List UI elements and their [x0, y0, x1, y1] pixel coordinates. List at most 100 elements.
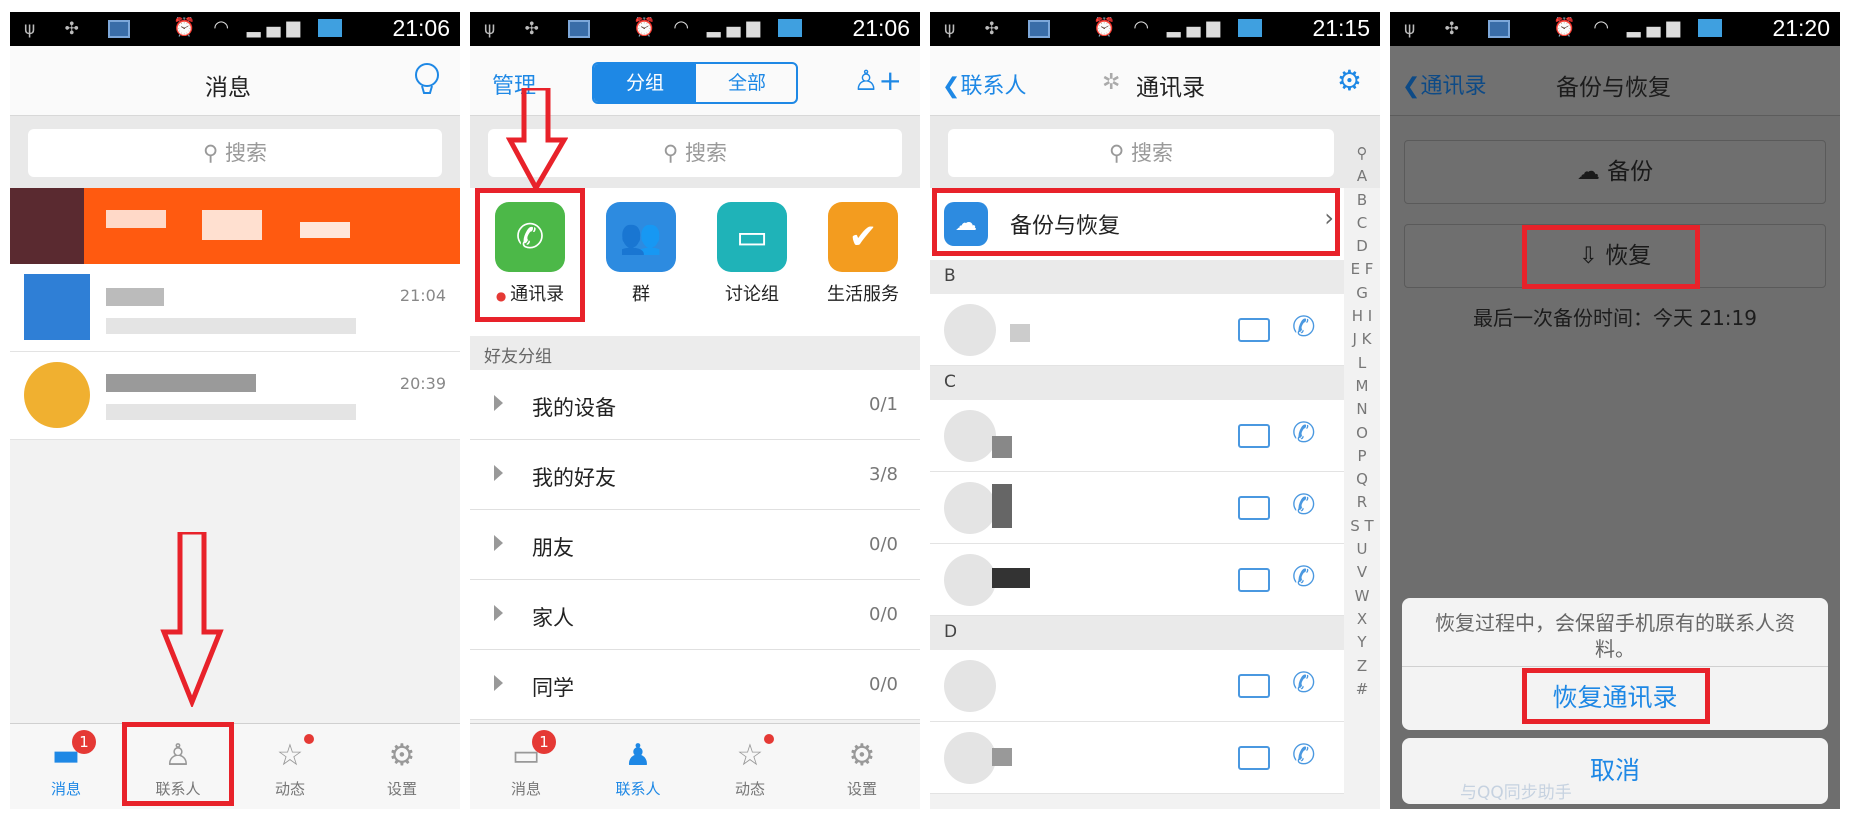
- tab-label: 动态: [274, 780, 305, 798]
- search-input[interactable]: ⚲ 搜索: [948, 129, 1334, 177]
- pinned-banner[interactable]: [10, 188, 460, 264]
- chat-icon[interactable]: [1238, 424, 1270, 448]
- contact-row[interactable]: ✆: [930, 472, 1344, 544]
- banner-avatar: [10, 188, 84, 264]
- status-bar: ψ ✣ ⏰ ◠ ▂▄▆ 21:20: [1390, 12, 1840, 46]
- expand-icon: [494, 675, 503, 691]
- battery-icon: [318, 19, 342, 37]
- page-title: 通讯录: [1136, 75, 1205, 101]
- back-button[interactable]: ❮通讯录: [1402, 68, 1486, 100]
- quick-label: 生活服务: [827, 284, 899, 305]
- phone-icon[interactable]: ✆: [1292, 416, 1315, 449]
- search-input[interactable]: ⚲ 搜索: [28, 129, 442, 177]
- tab-bar: ▬ 消息 1 ♙ 联系人 ☆ 动态 ⚙ 设置: [10, 723, 460, 809]
- notification-dot: [764, 734, 774, 744]
- avatar: [944, 732, 996, 784]
- group-name: 朋友: [532, 536, 574, 560]
- segment-group[interactable]: 分组: [594, 64, 696, 102]
- quick-services[interactable]: ✔ 生活服务: [808, 202, 918, 306]
- group-icon: 👥: [606, 202, 676, 272]
- contact-row[interactable]: ✆: [930, 400, 1344, 472]
- expand-icon: [494, 535, 503, 551]
- tab-messages[interactable]: ▬ 消息 1: [10, 724, 122, 809]
- add-contact-icon[interactable]: ♙+: [853, 64, 902, 97]
- phone-icon[interactable]: ✆: [1292, 560, 1315, 593]
- status-bar: ψ ✣ ⏰ ◠ ▂▄▆ 21:06: [470, 12, 920, 46]
- expand-icon: [494, 395, 503, 411]
- mail-icon: [1488, 20, 1511, 38]
- chat-icon[interactable]: [1238, 746, 1270, 770]
- chat-icon[interactable]: [1238, 568, 1270, 592]
- contact-row[interactable]: ✆: [930, 294, 1344, 366]
- last-backup-time: 最后一次备份时间：今天 21:19: [1473, 306, 1757, 330]
- tab-feeds[interactable]: ☆ 动态: [234, 724, 346, 809]
- status-left-icons: ψ ✣: [484, 19, 591, 39]
- blurred-name: [992, 748, 1012, 766]
- panel-backup-restore: ψ ✣ ⏰ ◠ ▂▄▆ 21:20 ❮通讯录 备份与恢复 ☁ 备份 ⇩ 恢复 最…: [1390, 12, 1840, 809]
- phone-icon[interactable]: ✆: [1292, 488, 1315, 521]
- gear-icon[interactable]: ⚙: [1337, 64, 1362, 97]
- person-icon: ♟: [624, 738, 652, 773]
- discussion-icon: ▭: [717, 202, 787, 272]
- group-row[interactable]: 朋友 0/0: [470, 510, 920, 580]
- battery-icon: [1698, 19, 1722, 37]
- page-title: 消息: [205, 75, 251, 101]
- contact-row[interactable]: ✆: [930, 650, 1344, 722]
- tab-settings[interactable]: ⚙ 设置: [806, 724, 918, 809]
- status-bar: ψ ✣ ⏰ ◠ ▂▄▆ 21:06: [10, 12, 460, 46]
- message-row[interactable]: 20:39: [10, 352, 460, 440]
- blurred-text: [106, 210, 166, 228]
- status-right-icons: ⏰ ◠ ▂▄▆: [633, 17, 802, 38]
- search-bar: ⚲ 搜索: [10, 116, 460, 188]
- tab-label: 设置: [846, 780, 877, 798]
- tab-label: 联系人: [615, 780, 661, 798]
- blurred-name: [106, 374, 256, 392]
- contact-row[interactable]: ✆: [930, 722, 1344, 794]
- lightbulb-icon[interactable]: [412, 62, 442, 96]
- contact-row[interactable]: ✆: [930, 544, 1344, 616]
- quick-discussions[interactable]: ▭ 讨论组: [697, 202, 807, 306]
- tab-bar: ▭ 消息 1 ♟ 联系人 ☆ 动态 ⚙ 设置: [470, 723, 920, 809]
- down-arrow-annotation: [160, 532, 224, 707]
- expand-icon: [494, 465, 503, 481]
- cloud-upload-icon: ☁: [1576, 159, 1608, 185]
- group-name: 我的好友: [532, 466, 616, 490]
- group-row[interactable]: 家人 0/0: [470, 580, 920, 650]
- group-row[interactable]: 我的好友 3/8: [470, 440, 920, 510]
- phone-icon[interactable]: ✆: [1292, 666, 1315, 699]
- chat-icon[interactable]: [1238, 674, 1270, 698]
- blurred-text: [202, 210, 262, 240]
- group-row[interactable]: 同学 0/0: [470, 650, 920, 720]
- status-time: 21:15: [1312, 15, 1370, 41]
- phone-icon[interactable]: ✆: [1292, 738, 1315, 771]
- backup-button[interactable]: ☁ 备份: [1404, 140, 1826, 204]
- expand-icon: [494, 605, 503, 621]
- tab-contacts[interactable]: ♟ 联系人: [582, 724, 694, 809]
- alphabet-index[interactable]: ⚲ A B C D E F G H I J K L M N O P Q R S T…: [1350, 142, 1374, 701]
- quick-label: 群: [632, 284, 650, 305]
- search-placeholder: 搜索: [685, 141, 728, 165]
- status-bar: ψ ✣ ⏰ ◠ ▂▄▆ 21:15: [930, 12, 1380, 46]
- gear-icon: ⚙: [848, 738, 876, 773]
- tab-feeds[interactable]: ☆ 动态: [694, 724, 806, 809]
- back-button[interactable]: ❮联系人: [942, 68, 1026, 100]
- tab-messages[interactable]: ▭ 消息 1: [470, 724, 582, 809]
- group-row[interactable]: 我的设备 0/1: [470, 370, 920, 440]
- status-right-icons: ⏰ ◠ ▂▄▆: [1553, 17, 1722, 38]
- mail-icon: [1028, 20, 1051, 38]
- tab-label: 动态: [734, 780, 765, 798]
- phone-icon[interactable]: ✆: [1292, 310, 1315, 343]
- group-name: 我的设备: [532, 396, 616, 420]
- segment-all[interactable]: 全部: [696, 64, 796, 102]
- message-row[interactable]: 21:04: [10, 264, 460, 352]
- chat-icon[interactable]: [1238, 318, 1270, 342]
- tab-settings[interactable]: ⚙ 设置: [346, 724, 458, 809]
- blurred-name: [992, 568, 1030, 588]
- search-placeholder: 搜索: [225, 141, 268, 165]
- chat-icon[interactable]: [1238, 496, 1270, 520]
- section-header: D: [930, 616, 1344, 650]
- highlight-box: [122, 722, 234, 806]
- quick-groups[interactable]: 👥 群: [586, 202, 696, 306]
- page-title: 备份与恢复: [1556, 75, 1671, 101]
- group-name: 同学: [532, 676, 574, 700]
